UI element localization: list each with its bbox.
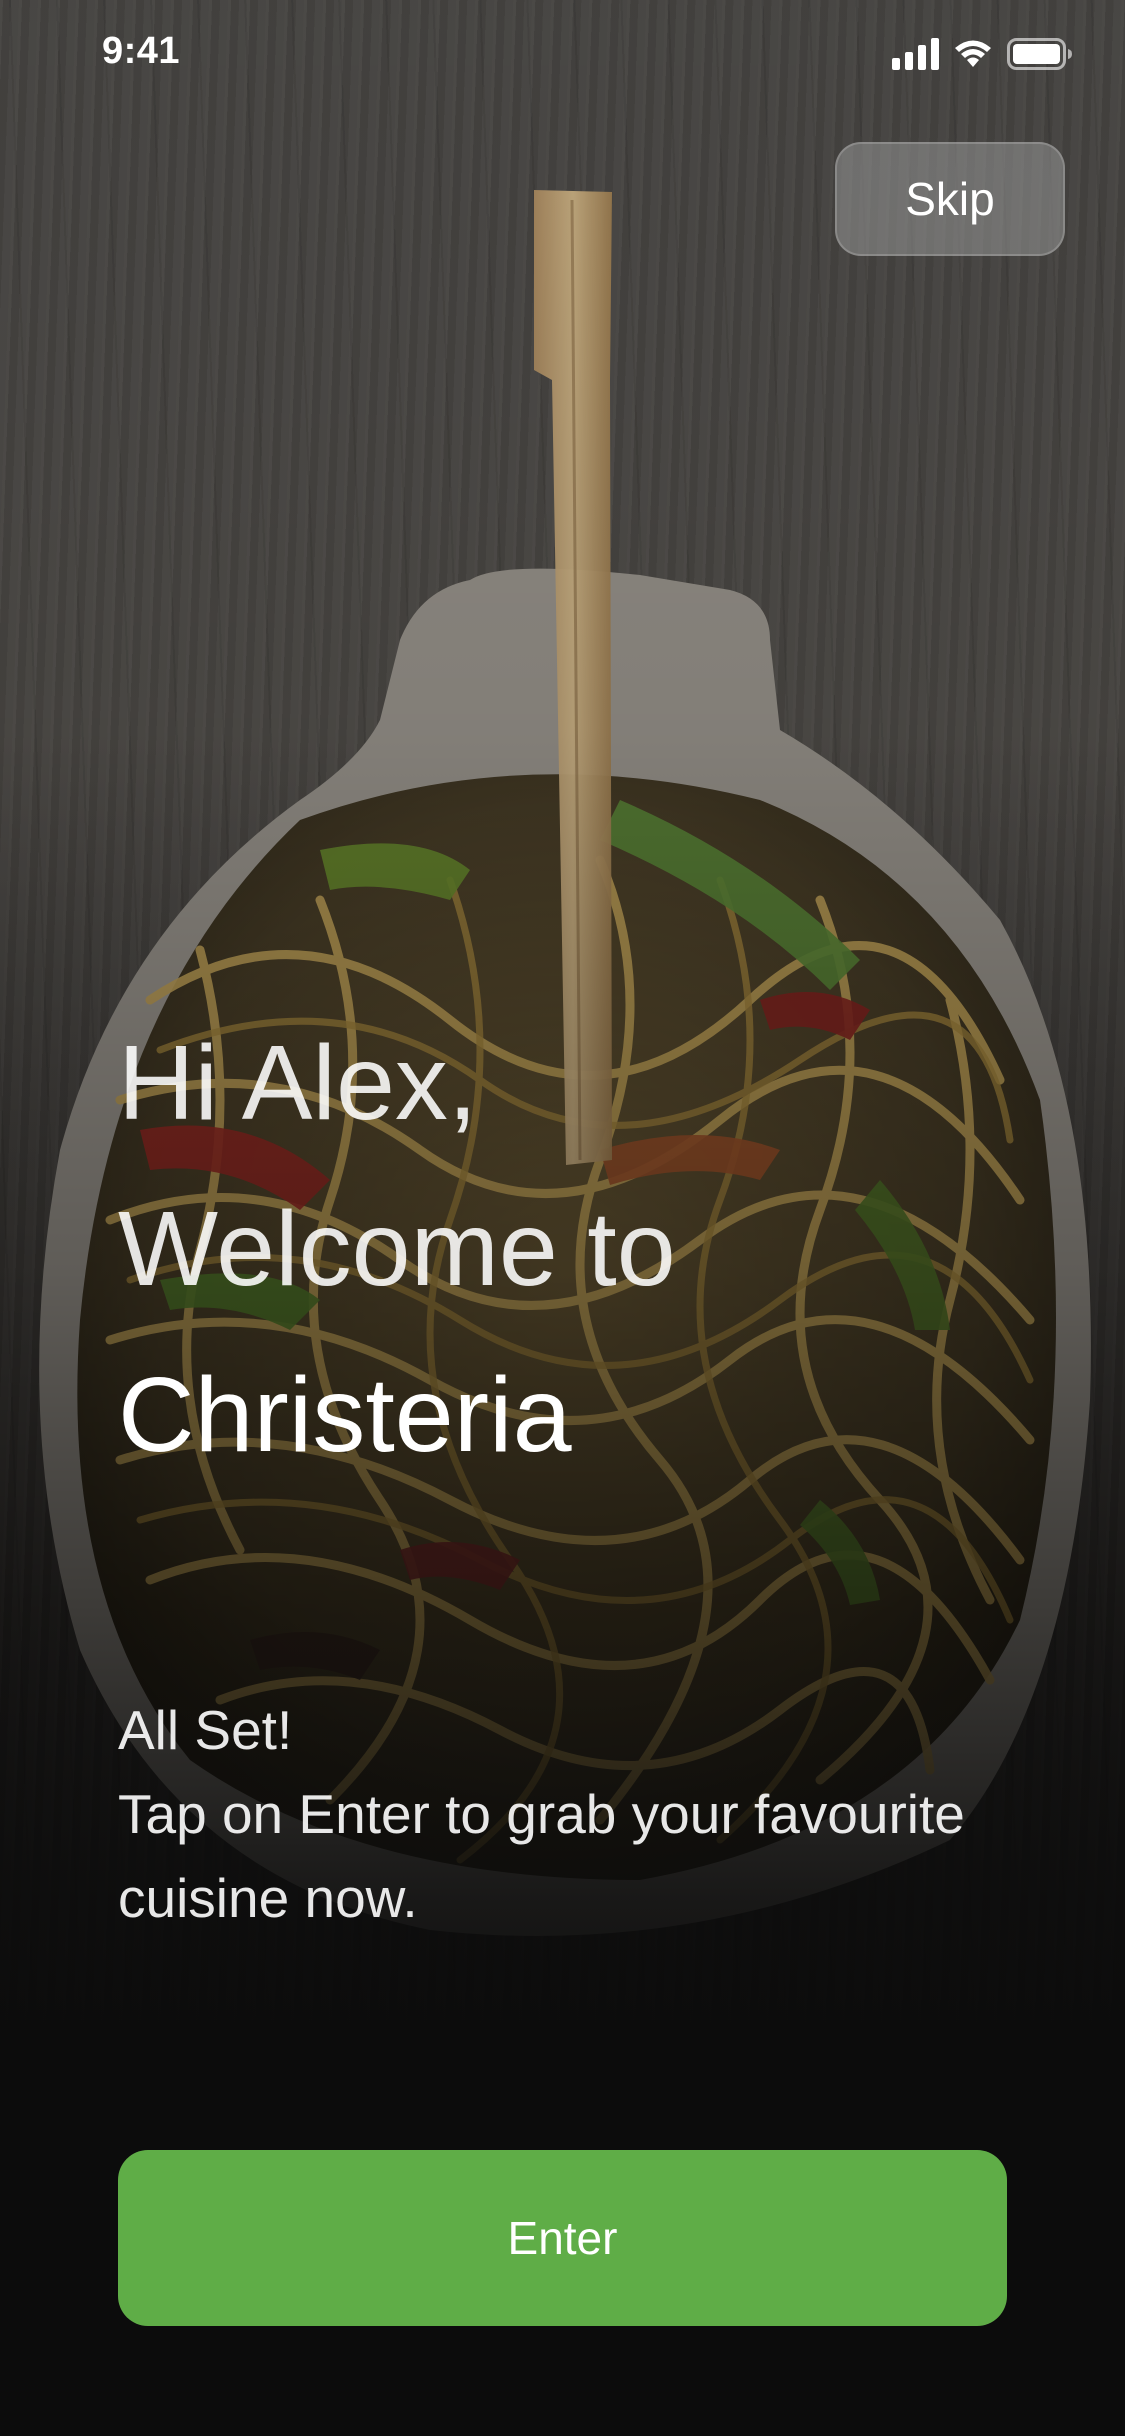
brand-name: Christeria (118, 1356, 572, 1474)
subtitle: All Set! Tap on Enter to grab your favou… (118, 1688, 1078, 1940)
enter-button[interactable]: Enter (118, 2150, 1007, 2326)
welcome-text: Welcome to (118, 1190, 676, 1308)
status-bar: 9:41 (0, 0, 1125, 110)
greeting-text: Hi Alex, (118, 1024, 478, 1142)
subtitle-line-1: All Set! (118, 1699, 293, 1761)
subtitle-line-3: cuisine now. (118, 1867, 418, 1929)
skip-button[interactable]: Skip (835, 142, 1065, 256)
signal-icon (892, 38, 939, 70)
subtitle-line-2: Tap on Enter to grab your favourite (118, 1783, 965, 1845)
battery-icon (1007, 38, 1073, 70)
wifi-icon (953, 39, 993, 69)
welcome-screen: 9:41 Skip Hi Alex, Welcome to Christeria… (0, 0, 1125, 2436)
status-icons (892, 34, 1073, 74)
status-time: 9:41 (102, 30, 181, 72)
welcome-heading: Hi Alex, Welcome to Christeria (118, 1000, 1018, 1498)
